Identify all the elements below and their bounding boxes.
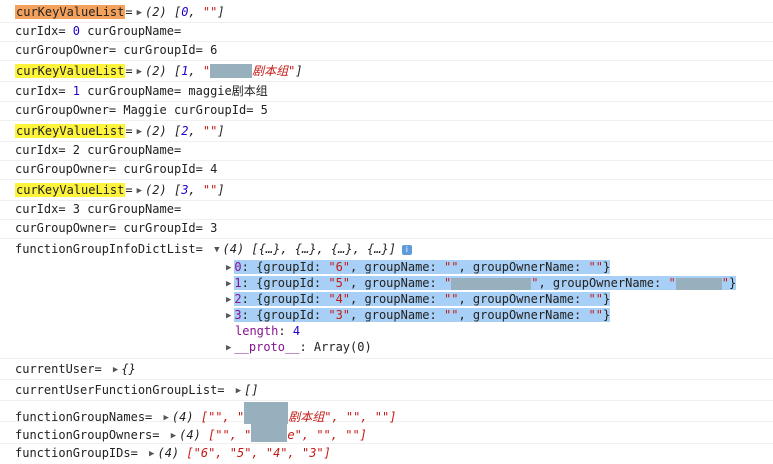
search-highlight: curKeyValueList bbox=[15, 183, 126, 197]
expand-triangle-icon[interactable]: ▶ bbox=[236, 382, 241, 401]
console-log-line: curIdx= 1 curGroupName= maggie剧本组 bbox=[0, 82, 773, 102]
console-log-line: curGroupOwner= curGroupId= 3 bbox=[0, 219, 773, 239]
expand-triangle-icon[interactable]: ▶ bbox=[226, 260, 231, 276]
redaction-block bbox=[251, 424, 288, 442]
devtools-console: curKeyValueList= ▶ (2) [0, ""] curIdx= 0 c… bbox=[0, 0, 773, 462]
console-log-line: curIdx= 2 curGroupName= bbox=[0, 141, 773, 161]
expand-triangle-icon[interactable]: ▶ bbox=[137, 63, 142, 82]
expand-triangle-icon[interactable]: ▶ bbox=[226, 340, 231, 356]
redaction-block bbox=[244, 402, 289, 424]
array-entry-row[interactable]: ▶ 2: {groupId: "4", groupName: "", groupO… bbox=[0, 291, 773, 307]
expand-triangle-icon[interactable]: ▶ bbox=[137, 4, 142, 23]
console-log-line: curKeyValueList= ▶ (2) [1, " 剧本组"] bbox=[0, 62, 773, 82]
expand-triangle-icon[interactable]: ▶ bbox=[137, 123, 142, 142]
array-entry-row[interactable]: ▶ 0: {groupId: "6", groupName: "", groupO… bbox=[0, 259, 773, 275]
console-log-line: functionGroupNames= ▶ (4) ["", " 剧本组", "",… bbox=[0, 402, 773, 424]
console-log-line: functionGroupInfoDictList= ▼ (4) [{…}, {…… bbox=[0, 240, 773, 259]
console-log-line: functionGroupOwners= ▶ (4) ["", " e", "", … bbox=[0, 424, 773, 444]
console-log-line: currentUserFunctionGroupList= ▶[] bbox=[0, 381, 773, 401]
redaction-block bbox=[210, 64, 253, 78]
console-log-line: curKeyValueList= ▶ (2) [2, ""] bbox=[0, 122, 773, 142]
expand-triangle-icon[interactable]: ▶ bbox=[226, 276, 231, 292]
console-log-line: curIdx= 3 curGroupName= bbox=[0, 200, 773, 220]
redaction-block bbox=[451, 278, 532, 290]
array-length-row: length: 4 bbox=[235, 324, 301, 338]
console-log-line: curGroupOwner= curGroupId= 4 bbox=[0, 160, 773, 180]
array-proto-row[interactable]: ▶ __proto__: Array(0) bbox=[0, 339, 773, 359]
search-highlight: curKeyValueList bbox=[15, 5, 126, 19]
expand-triangle-icon[interactable]: ▶ bbox=[149, 445, 154, 464]
redaction-block bbox=[675, 278, 722, 290]
console-log-line: curKeyValueList= ▶ (2) [0, ""] bbox=[0, 3, 773, 23]
console-log-line: curIdx= 0 curGroupName= bbox=[0, 22, 773, 42]
console-log-line: curGroupOwner= Maggie curGroupId= 5 bbox=[0, 101, 773, 121]
expand-triangle-icon[interactable]: ▶ bbox=[113, 361, 118, 380]
collapse-triangle-icon[interactable]: ▼ bbox=[214, 241, 219, 260]
expand-triangle-icon[interactable]: ▶ bbox=[226, 308, 231, 324]
expand-triangle-icon[interactable]: ▶ bbox=[226, 292, 231, 308]
console-log-line: functionGroupIDs= ▶ (4) ["6", "5", "4", "… bbox=[0, 444, 773, 463]
search-highlight: curKeyValueList bbox=[15, 124, 126, 138]
console-log-line: curGroupOwner= curGroupId= 6 bbox=[0, 41, 773, 61]
console-log-line: currentUser= ▶{} bbox=[0, 360, 773, 380]
console-log-line: curKeyValueList= ▶ (2) [3, ""] bbox=[0, 181, 773, 201]
expand-triangle-icon[interactable]: ▶ bbox=[137, 182, 142, 201]
array-entry-row[interactable]: ▶ 3: {groupId: "3", groupName: "", groupO… bbox=[0, 307, 773, 323]
array-entry-row[interactable]: ▶ 1: {groupId: "5", groupName: " ", groupO… bbox=[0, 275, 773, 291]
info-icon[interactable]: i bbox=[401, 245, 412, 255]
search-highlight: curKeyValueList bbox=[15, 64, 126, 78]
